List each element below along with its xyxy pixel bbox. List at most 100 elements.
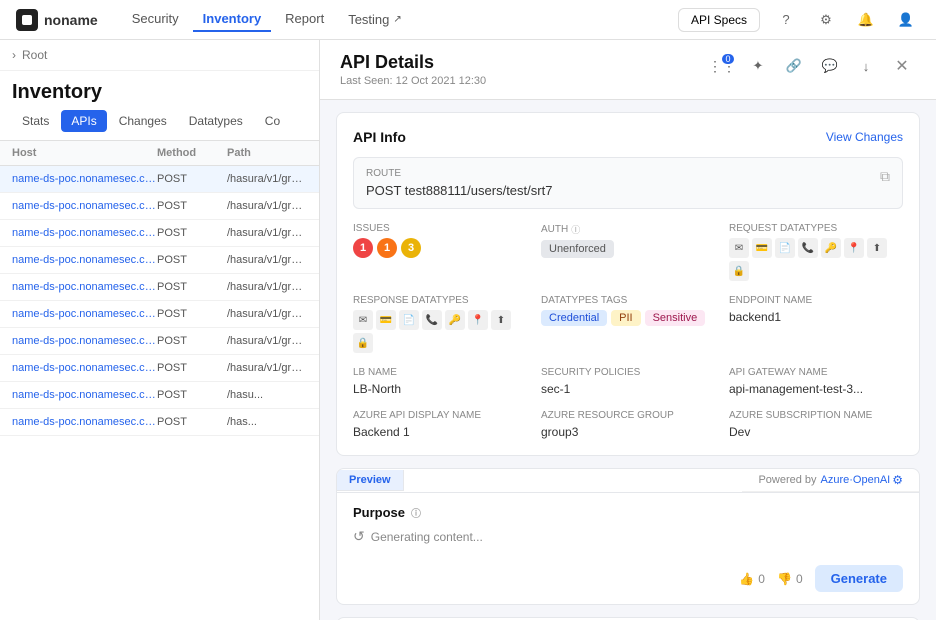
thumbs-down-icon: 👎	[777, 572, 792, 586]
cell-path: /hasura/v1/grap...	[227, 335, 307, 347]
azure-resource-value: group3	[541, 425, 715, 439]
close-button[interactable]: ✕	[888, 52, 916, 80]
inventory-title: Inventory	[12, 81, 102, 104]
rdt-icon-7: ⬆	[491, 310, 511, 330]
api-details-subtitle: Last Seen: 12 Oct 2021 12:30	[340, 75, 486, 87]
issue-badge-2: 1	[377, 238, 397, 258]
generating-text: Generating content...	[371, 530, 483, 544]
auth-item: Auth ⓘ Unenforced	[541, 223, 715, 281]
bell-icon[interactable]: 🔔	[852, 6, 880, 34]
rdt-icon-5: 🔑	[445, 310, 465, 330]
cell-host: name-ds-poc.nonamesec.com/hasura/v1...	[12, 281, 157, 293]
thumbs-up-button[interactable]: 👍 0	[739, 572, 765, 586]
tab-changes[interactable]: Changes	[109, 110, 177, 132]
issue-badge-3: 3	[401, 238, 421, 258]
table-row[interactable]: name-ds-poc.nonamesec.com/hasura/v1... P…	[0, 355, 319, 382]
azure-icon: ⚙	[892, 473, 903, 487]
cell-path: /hasura/v1/grap...	[227, 281, 307, 293]
rdt-icon-6: 📍	[468, 310, 488, 330]
cell-host: name-ds-poc.nonamesec.com/hasura/v1...	[12, 308, 157, 320]
api-gateway-value: api-management-test-3...	[729, 382, 903, 396]
tab-stats[interactable]: Stats	[12, 110, 59, 132]
cell-host: name-ds-poc.nonamesec.com/hasura/v1...	[12, 200, 157, 212]
preview-tab[interactable]: Preview	[337, 470, 404, 491]
help-icon[interactable]: ?	[772, 6, 800, 34]
thumbs-down-button[interactable]: 👎 0	[777, 572, 803, 586]
logo-icon	[16, 9, 38, 31]
link-icon[interactable]: 🔗	[780, 52, 808, 80]
view-changes-link[interactable]: View Changes	[826, 130, 903, 144]
azure-openai-link[interactable]: Azure·OpenAI ⚙	[821, 473, 903, 487]
cell-path: /hasura/v1/grap...	[227, 200, 307, 212]
star-icon[interactable]: ✦	[744, 52, 772, 80]
table-row[interactable]: name-ds-poc.nonamesec.com/hasura/v1... P…	[0, 247, 319, 274]
cell-host: name-ds-poc.nonamesec.com/hasura/v1...	[12, 416, 157, 428]
dt-icon-8: 🔒	[729, 261, 749, 281]
nav-security[interactable]: Security	[122, 7, 189, 32]
api-details-header: API Details Last Seen: 12 Oct 2021 12:30…	[320, 40, 936, 100]
api-specs-button[interactable]: API Specs	[678, 8, 760, 32]
api-gateway-label: API Gateway Name	[729, 367, 903, 378]
table-row[interactable]: name-ds-poc.nonamesec.com/hasura/v1... P…	[0, 301, 319, 328]
breadcrumb-chevron[interactable]: ›	[12, 48, 16, 62]
left-panel: › Root Inventory Stats APIs Changes Data…	[0, 40, 320, 620]
dt-icon-4: 📞	[798, 238, 818, 258]
cell-host: name-ds-poc.nonamesec.com/hasura/v1...	[12, 227, 157, 239]
generate-button[interactable]: Generate	[815, 565, 903, 592]
table-row[interactable]: name-ds-poc.nonamesec.com/hasura/v1... P…	[0, 328, 319, 355]
rdt-icon-1: ✉	[353, 310, 373, 330]
comment-icon[interactable]: 💬	[816, 52, 844, 80]
section-header: API Info View Changes	[353, 129, 903, 145]
tab-datatypes[interactable]: Datatypes	[179, 110, 253, 132]
thumbs-up-count: 0	[758, 572, 765, 586]
table-row[interactable]: name-ds-poc.nonamesec.com/hasura/v1... P…	[0, 220, 319, 247]
cell-method: POST	[157, 281, 227, 293]
preview-section: Preview Powered by Azure·OpenAI ⚙ Purpos…	[336, 468, 920, 605]
api-details-title: API Details	[340, 52, 486, 73]
table-row[interactable]: name-ds-poc.nonamesec.com/hasura/v1... P…	[0, 193, 319, 220]
request-datatype-icons: ✉ 💳 📄 📞 🔑 📍 ⬆ 🔒	[729, 238, 903, 281]
endpoint-name-item: Endpoint Name backend1	[729, 295, 903, 353]
cell-host: name-ds-poc.nonamesec.com/hasura/v1...	[12, 254, 157, 266]
dt-icon-2: 💳	[752, 238, 772, 258]
api-info-title: API Info	[353, 129, 406, 145]
table-row[interactable]: name-ds-poc.nonamesec.com/hasura/v1... P…	[0, 274, 319, 301]
copy-icon[interactable]: ⧉	[880, 168, 890, 185]
col-host: Host	[12, 147, 157, 159]
lb-name-value: LB-North	[353, 382, 527, 396]
gear-icon[interactable]: ⚙	[812, 6, 840, 34]
route-value: POST test888111/users/test/srt7	[366, 183, 552, 198]
table-row[interactable]: name-ds-poc.nonamesec.com/hasura/v1... P…	[0, 166, 319, 193]
issue-badge-1: 1	[353, 238, 373, 258]
user-icon[interactable]: 👤	[892, 6, 920, 34]
purpose-content: Purpose ⓘ ↺ Generating content...	[337, 493, 919, 557]
external-link-icon: ↗	[393, 14, 401, 25]
datatypes-tags-item: Datatypes Tags Credential PII Sensitive	[541, 295, 715, 353]
azure-display-item: Azure API Display Name Backend 1	[353, 410, 527, 439]
rdt-icon-3: 📄	[399, 310, 419, 330]
dt-icon-6: 📍	[844, 238, 864, 258]
tab-co[interactable]: Co	[255, 110, 290, 132]
dt-icon-3: 📄	[775, 238, 795, 258]
nav-inventory[interactable]: Inventory	[193, 7, 272, 32]
cell-method: POST	[157, 416, 227, 428]
tab-apis[interactable]: APIs	[61, 110, 106, 132]
azure-subscription-value: Dev	[729, 425, 903, 439]
nav-report[interactable]: Report	[275, 7, 334, 32]
spinner-icon: ↺	[353, 528, 365, 545]
azure-subscription-label: Azure Subscription Name	[729, 410, 903, 421]
info-grid-2: Response Datatypes ✉ 💳 📄 📞 🔑 📍 ⬆ 🔒 Datat…	[353, 295, 903, 353]
azure-resource-item: Azure Resource Group group3	[541, 410, 715, 439]
api-gateway-item: API Gateway Name api-management-test-3..…	[729, 367, 903, 396]
nav-testing[interactable]: Testing ↗	[338, 7, 412, 32]
table-row[interactable]: name-ds-poc.nonamesec.com/hasura/v1... P…	[0, 409, 319, 436]
cell-method: POST	[157, 227, 227, 239]
lb-name-item: LB Name LB-North	[353, 367, 527, 396]
endpoint-name-value: backend1	[729, 310, 903, 324]
table-row[interactable]: name-ds-poc.nonamesec.com/hasura/v1... P…	[0, 382, 319, 409]
cell-path: /hasura/v1/grap...	[227, 308, 307, 320]
logo[interactable]: noname	[16, 9, 98, 31]
graph-icon[interactable]: ⋮⋮ 0	[708, 52, 736, 80]
tag-sensitive: Sensitive	[645, 310, 706, 326]
download-icon[interactable]: ↓	[852, 52, 880, 80]
